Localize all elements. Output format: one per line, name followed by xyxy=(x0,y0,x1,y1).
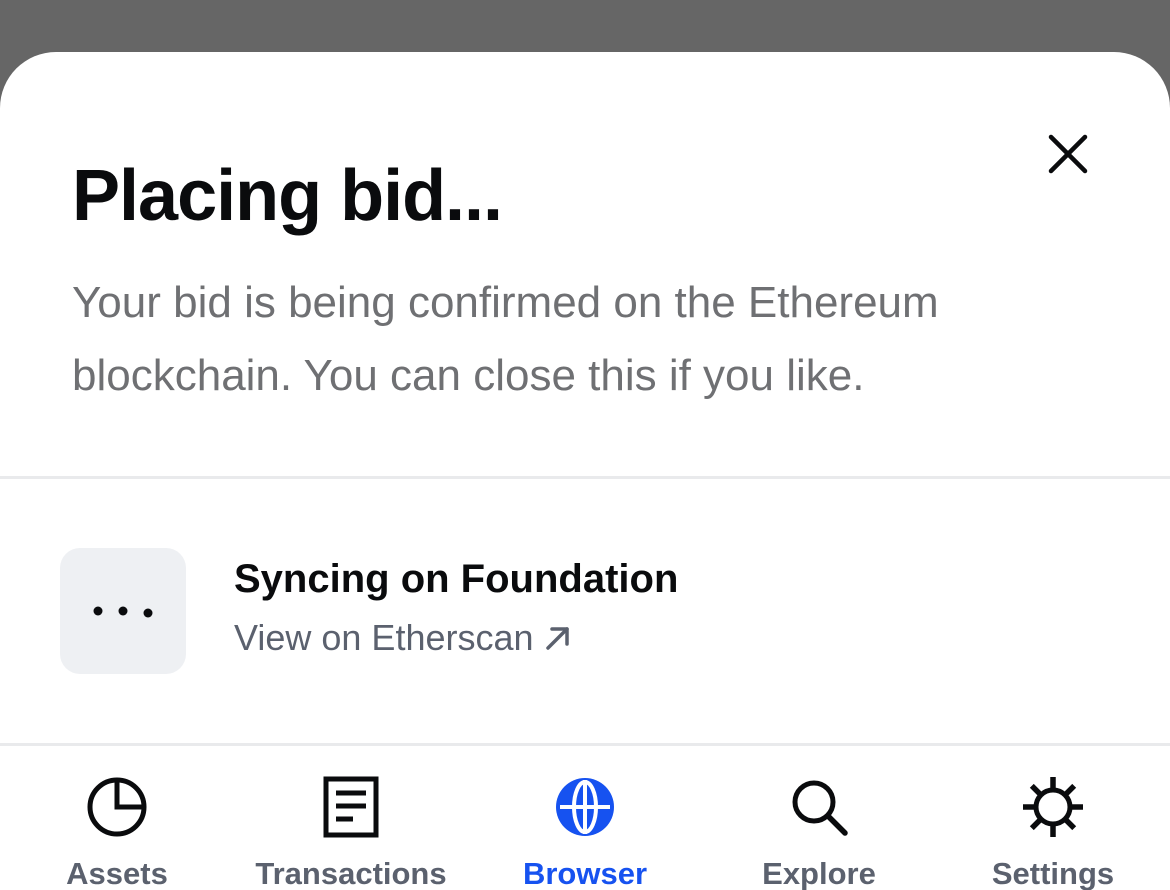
pie-chart-icon xyxy=(84,774,150,840)
tab-transactions[interactable]: Transactions xyxy=(234,746,468,890)
close-button[interactable] xyxy=(1036,122,1100,186)
ellipsis-icon xyxy=(93,606,153,618)
tab-label: Assets xyxy=(66,856,168,890)
transaction-status-row[interactable]: Syncing on Foundation View on Etherscan xyxy=(60,548,1110,674)
tab-label: Browser xyxy=(522,856,648,890)
view-on-etherscan-link[interactable]: View on Etherscan xyxy=(234,614,572,662)
etherscan-link-label: View on Etherscan xyxy=(234,617,534,658)
tab-label: Settings xyxy=(991,856,1115,890)
page-title: Placing bid... xyxy=(72,156,503,236)
tab-explore[interactable]: Explore xyxy=(702,746,936,890)
tab-settings[interactable]: Settings xyxy=(936,746,1170,890)
search-icon xyxy=(786,774,852,840)
arrow-up-right-icon xyxy=(545,627,569,650)
status-icon-container xyxy=(60,548,186,674)
divider xyxy=(0,476,1170,479)
page-subtitle: Your bid is being confirmed on the Ether… xyxy=(72,278,939,400)
bottom-sheet: Placing bid... Your bid is being confirm… xyxy=(0,52,1170,890)
tab-label: Transactions xyxy=(255,856,447,890)
bottom-tab-bar: Assets Transactions Browser Explore Sett… xyxy=(0,746,1170,890)
gear-icon xyxy=(1020,774,1086,840)
document-icon xyxy=(318,774,384,840)
tab-browser[interactable]: Browser xyxy=(468,746,702,890)
tab-label: Explore xyxy=(762,856,876,890)
status-title: Syncing on Foundation xyxy=(234,557,679,601)
tab-assets[interactable]: Assets xyxy=(0,746,234,890)
globe-icon xyxy=(552,774,618,840)
close-icon xyxy=(1048,134,1088,174)
